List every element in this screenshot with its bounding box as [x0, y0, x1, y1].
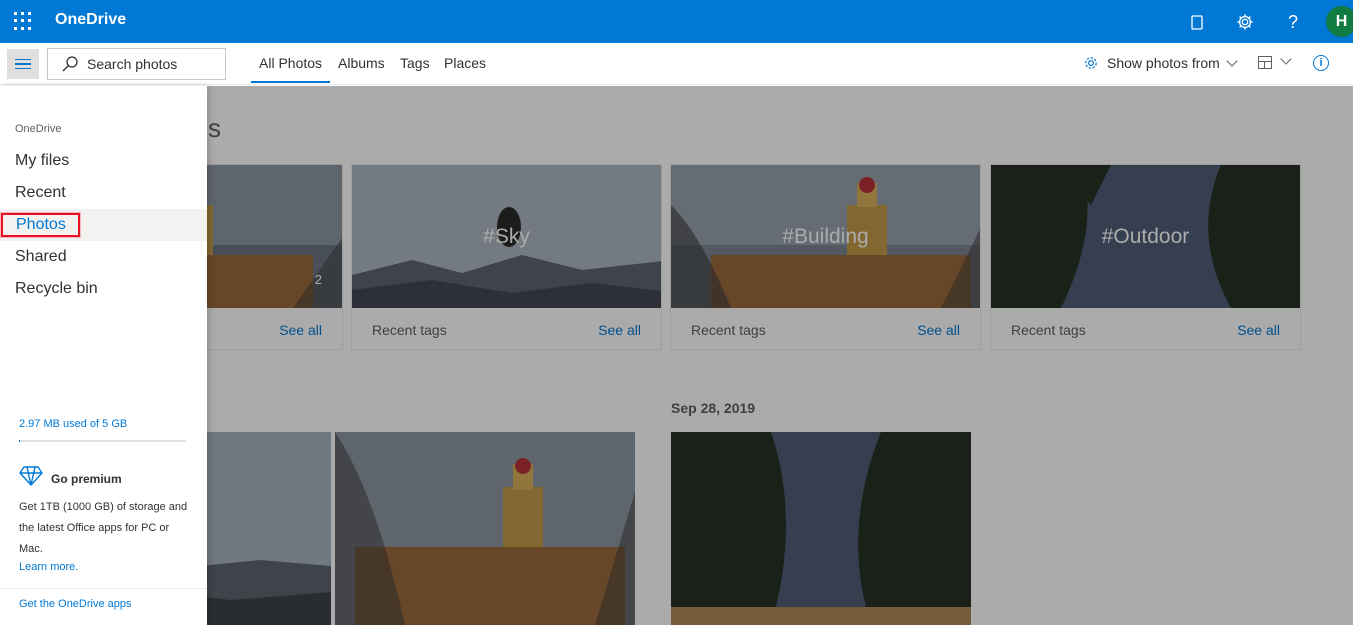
tab-all-photos[interactable]: All Photos — [251, 55, 331, 83]
storage-bar-fill — [19, 440, 20, 442]
tab-albums[interactable]: Albums — [338, 55, 385, 71]
command-bar: Search photos All Photos Albums Tags Pla… — [0, 43, 1353, 85]
nav-item-photos[interactable]: Photos — [0, 209, 207, 241]
info-icon[interactable]: i — [1313, 55, 1329, 71]
premium-description: Get 1TB (1000 GB) of storage and the lat… — [19, 501, 188, 555]
brand-title[interactable]: OneDrive — [55, 11, 126, 29]
nav-item-label: My files — [15, 152, 70, 169]
storage-bar — [19, 440, 186, 442]
chevron-down-icon — [1226, 54, 1238, 67]
hamburger-icon[interactable] — [7, 49, 39, 79]
waffle-icon[interactable] — [14, 12, 32, 30]
divider — [0, 588, 207, 589]
nav-item-label: Recycle bin — [15, 280, 98, 297]
premium-title: Go premium — [51, 472, 122, 486]
nav-section-title: OneDrive — [15, 123, 62, 135]
navigation-pane: OneDrive My files Recent Photos Shared R… — [0, 86, 207, 625]
layout-icon[interactable] — [1258, 56, 1272, 69]
learn-more-link[interactable]: Learn more. — [19, 561, 78, 573]
tab-tags[interactable]: Tags — [400, 55, 430, 71]
nav-item-shared[interactable]: Shared — [0, 241, 207, 273]
top-bar: OneDrive ? H — [0, 0, 1353, 43]
nav-item-recycle-bin[interactable]: Recycle bin — [0, 273, 207, 305]
feedback-icon[interactable] — [1185, 10, 1209, 34]
show-photos-from-button[interactable]: Show photos from — [1083, 54, 1238, 71]
nav-item-label: Shared — [15, 248, 67, 265]
search-input[interactable]: Search photos — [47, 48, 226, 80]
diamond-icon — [19, 466, 43, 486]
nav-item-my-files[interactable]: My files — [0, 145, 207, 177]
nav-item-recent[interactable]: Recent — [0, 177, 207, 209]
gear-icon — [1085, 57, 1097, 69]
storage-usage-link[interactable]: 2.97 MB used of 5 GB — [19, 418, 127, 430]
search-icon — [62, 56, 78, 72]
get-apps-link[interactable]: Get the OneDrive apps — [19, 598, 132, 610]
tab-places[interactable]: Places — [444, 55, 486, 71]
nav-item-label: Photos — [1, 213, 80, 237]
help-icon[interactable]: ? — [1281, 10, 1305, 34]
nav-item-label: Recent — [15, 184, 66, 201]
show-photos-from-label: Show photos from — [1107, 55, 1220, 71]
gear-icon[interactable] — [1233, 10, 1257, 34]
avatar[interactable]: H — [1326, 6, 1353, 37]
search-placeholder: Search photos — [87, 56, 178, 72]
